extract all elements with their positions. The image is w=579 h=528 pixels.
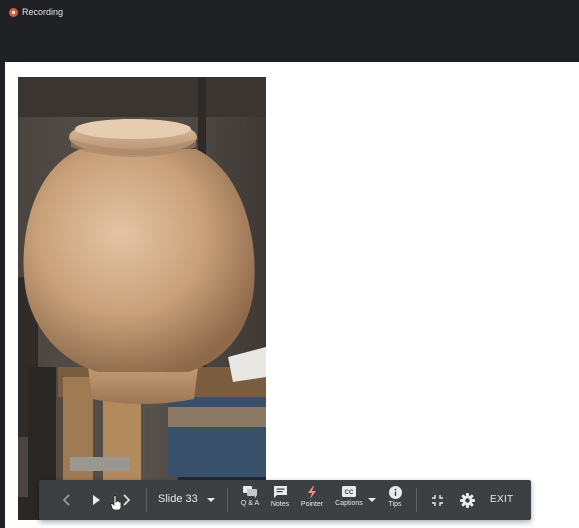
hand-cursor-icon: [109, 494, 123, 512]
notes-icon: [273, 486, 287, 498]
tips-button[interactable]: Tips: [380, 486, 410, 516]
laser-pointer-icon: [308, 486, 316, 499]
gear-icon: [459, 492, 475, 508]
previous-slide-button[interactable]: [59, 492, 75, 508]
recording-indicator: Recording: [9, 7, 63, 17]
captions-options-dropdown[interactable]: [366, 494, 378, 506]
exit-presentation-button[interactable]: EXIT: [490, 494, 513, 505]
settings-button[interactable]: [458, 491, 476, 509]
pointer-button[interactable]: Pointer: [297, 486, 327, 516]
slide-number-label: Slide 33: [158, 493, 198, 505]
svg-text:CC: CC: [345, 490, 354, 496]
exit-fullscreen-button[interactable]: [429, 492, 445, 508]
pointer-label: Pointer: [300, 501, 324, 508]
qa-button[interactable]: Q & A: [235, 486, 265, 516]
recording-label: Recording: [22, 7, 64, 17]
meeting-top-bar: Recording: [0, 0, 579, 62]
fullscreen-exit-icon: [431, 494, 443, 506]
presenter-toolbar: Slide 33 Q & A Notes Pointer CC Captions…: [39, 480, 531, 520]
play-button[interactable]: [88, 492, 104, 508]
qa-label: Q & A: [240, 500, 260, 507]
caret-down-icon: [368, 498, 376, 502]
closed-captions-icon: CC: [342, 486, 356, 497]
caret-down-icon: [207, 498, 215, 502]
recording-icon: [9, 7, 18, 17]
captions-label: Captions: [335, 500, 363, 507]
chevron-left-icon: [62, 494, 70, 506]
notes-button[interactable]: Notes: [265, 486, 295, 516]
info-icon: [388, 486, 402, 499]
slide-picker-dropdown[interactable]: [203, 494, 219, 506]
captions-button[interactable]: CC Captions: [334, 486, 364, 516]
play-icon: [93, 495, 100, 505]
notes-label: Notes: [270, 501, 290, 508]
slide-photo-vase: [18, 77, 266, 520]
tips-label: Tips: [388, 501, 402, 508]
chat-bubbles-icon: [243, 486, 257, 498]
